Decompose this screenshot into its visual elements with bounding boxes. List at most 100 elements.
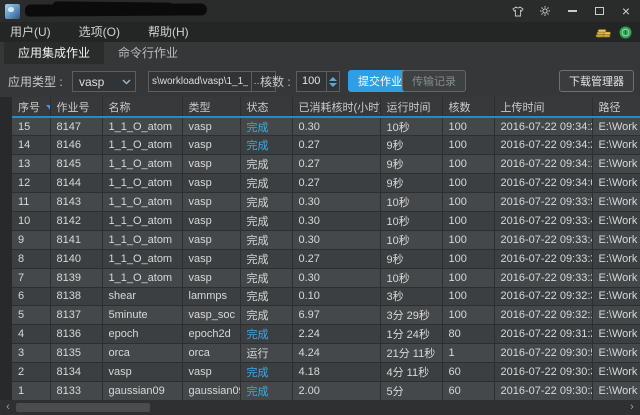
cores-stepper[interactable]: 100 <box>296 71 340 92</box>
cell-type: epoch2d <box>182 325 240 344</box>
column-header-status[interactable]: 状态 <box>240 97 292 117</box>
gear-icon[interactable] <box>537 3 553 19</box>
coins-icon[interactable] <box>595 26 611 38</box>
table-row[interactable]: 1581471_1_O_atomvasp完成0.3010秒1002016-07-… <box>12 117 640 136</box>
cell-core-hours: 0.30 <box>292 268 380 287</box>
job-path-input[interactable] <box>148 71 252 92</box>
cell-runtime: 9秒 <box>380 155 442 174</box>
cell-cores: 100 <box>442 117 494 136</box>
cell-no: 8 <box>12 249 50 268</box>
cell-core-hours: 2.00 <box>292 381 380 400</box>
cell-cores: 1 <box>442 344 494 363</box>
tab-command-line-jobs[interactable]: 命令行作业 <box>104 42 192 64</box>
cell-cores: 80 <box>442 325 494 344</box>
scrollbar-thumb[interactable] <box>16 403 150 412</box>
table-row[interactable]: 38135orcaorca运行4.2421分 11秒12016-07-22 09… <box>12 344 640 363</box>
column-header-core-hours[interactable]: 已消耗核时(小时) <box>292 97 380 117</box>
column-header-type[interactable]: 类型 <box>182 97 240 117</box>
cell-type: vasp <box>182 174 240 193</box>
theme-shirt-icon[interactable] <box>510 3 526 19</box>
download-manager-button[interactable]: 下载管理器 <box>559 70 634 92</box>
cell-runtime: 1分 24秒 <box>380 325 442 344</box>
cell-cores: 100 <box>442 193 494 212</box>
cell-name: 1_1_O_atom <box>102 211 182 230</box>
cell-path: E:\Work <box>592 117 640 136</box>
cell-status: 完成 <box>240 306 292 325</box>
table-row[interactable]: 981411_1_O_atomvasp完成0.3010秒1002016-07-2… <box>12 230 640 249</box>
cell-no: 15 <box>12 117 50 136</box>
cell-cores: 60 <box>442 381 494 400</box>
cell-upload-time: 2016-07-22 09:33:36 <box>494 249 592 268</box>
cell-path: E:\Work <box>592 193 640 212</box>
green-circle-icon[interactable] <box>619 26 632 39</box>
cell-status: 完成 <box>240 193 292 212</box>
cell-cores: 100 <box>442 211 494 230</box>
scroll-left-icon[interactable]: ‹ <box>2 401 14 414</box>
horizontal-scrollbar[interactable]: ‹ › <box>0 400 640 415</box>
app-type-select[interactable]: vasp <box>72 71 136 92</box>
column-header-job-id[interactable]: 作业号 <box>50 97 102 117</box>
cell-runtime: 9秒 <box>380 249 442 268</box>
cell-upload-time: 2016-07-22 09:30:36 <box>494 363 592 382</box>
cell-core-hours: 0.30 <box>292 211 380 230</box>
job-table: 序号作业号名称类型状态已消耗核时(小时)运行时间核数上传时间路径 1581471… <box>12 97 640 400</box>
cell-core-hours: 0.27 <box>292 136 380 155</box>
column-header-name[interactable]: 名称 <box>102 97 182 117</box>
cell-runtime: 10秒 <box>380 193 442 212</box>
column-header-cores[interactable]: 核数 <box>442 97 494 117</box>
table-header-row: 序号作业号名称类型状态已消耗核时(小时)运行时间核数上传时间路径 <box>12 97 640 117</box>
cell-job-id: 8145 <box>50 155 102 174</box>
cell-path: E:\Work <box>592 325 640 344</box>
menu-options[interactable]: 选项(O) <box>69 22 130 42</box>
cell-job-id: 8135 <box>50 344 102 363</box>
table-row[interactable]: 881401_1_O_atomvasp完成0.279秒1002016-07-22… <box>12 249 640 268</box>
table-row[interactable]: 1481461_1_O_atomvasp完成0.279秒1002016-07-2… <box>12 136 640 155</box>
cell-path: E:\Work <box>592 174 640 193</box>
column-header-no[interactable]: 序号 <box>12 97 50 117</box>
stepper-down-icon[interactable] <box>329 83 337 87</box>
cell-no: 7 <box>12 268 50 287</box>
menu-user[interactable]: 用户(U) <box>0 22 61 42</box>
menu-help[interactable]: 帮助(H) <box>138 22 199 42</box>
cell-no: 3 <box>12 344 50 363</box>
cell-cores: 100 <box>442 230 494 249</box>
minimize-icon[interactable] <box>564 3 580 19</box>
table-row[interactable]: 1081421_1_O_atomvasp完成0.3010秒1002016-07-… <box>12 211 640 230</box>
column-header-upload-time[interactable]: 上传时间 <box>494 97 592 117</box>
cell-no: 5 <box>12 306 50 325</box>
column-header-runtime[interactable]: 运行时间 <box>380 97 442 117</box>
table-row[interactable]: 1381451_1_O_atomvasp完成0.279秒1002016-07-2… <box>12 155 640 174</box>
table-row[interactable]: 28134vaspvasp完成4.184分 11秒602016-07-22 09… <box>12 363 640 382</box>
cell-job-id: 8144 <box>50 174 102 193</box>
table-row[interactable]: 781391_1_O_atomvasp完成0.3010秒1002016-07-2… <box>12 268 640 287</box>
transfer-log-button[interactable]: 传输记录 <box>402 70 466 92</box>
cell-status: 完成 <box>240 211 292 230</box>
table-row[interactable]: 68138shearlammps完成0.103秒1002016-07-22 09… <box>12 287 640 306</box>
cell-name: 1_1_O_atom <box>102 174 182 193</box>
cell-job-id: 8147 <box>50 117 102 136</box>
cell-status: 完成 <box>240 174 292 193</box>
cell-name: 1_1_O_atom <box>102 155 182 174</box>
cell-runtime: 3秒 <box>380 287 442 306</box>
stepper-up-icon[interactable] <box>329 77 337 81</box>
cell-core-hours: 0.30 <box>292 230 380 249</box>
column-header-path[interactable]: 路径 <box>592 97 640 117</box>
scroll-right-icon[interactable]: › <box>626 401 638 414</box>
cell-no: 12 <box>12 174 50 193</box>
cell-name: gaussian09 <box>102 381 182 400</box>
maximize-icon[interactable] <box>591 3 607 19</box>
cell-no: 11 <box>12 193 50 212</box>
table-row[interactable]: 1281441_1_O_atomvasp完成0.279秒1002016-07-2… <box>12 174 640 193</box>
cell-no: 6 <box>12 287 50 306</box>
toolbar: 应用类型 : vasp …… 核数 : 100 提交作业 传输记录 下载管理器 <box>0 64 640 97</box>
table-row[interactable]: 18133gaussian09gaussian09完成2.005分602016-… <box>12 381 640 400</box>
cell-name: 1_1_O_atom <box>102 230 182 249</box>
cell-core-hours: 0.30 <box>292 193 380 212</box>
table-row[interactable]: 1181431_1_O_atomvasp完成0.3010秒1002016-07-… <box>12 193 640 212</box>
cell-job-id: 8139 <box>50 268 102 287</box>
cell-type: vasp <box>182 249 240 268</box>
table-row[interactable]: 581375minutevasp_soc完成6.973分 29秒1002016-… <box>12 306 640 325</box>
table-row[interactable]: 48136epochepoch2d完成2.241分 24秒802016-07-2… <box>12 325 640 344</box>
close-icon[interactable]: × <box>618 3 634 19</box>
tab-app-integrated-jobs[interactable]: 应用集成作业 <box>4 42 104 64</box>
